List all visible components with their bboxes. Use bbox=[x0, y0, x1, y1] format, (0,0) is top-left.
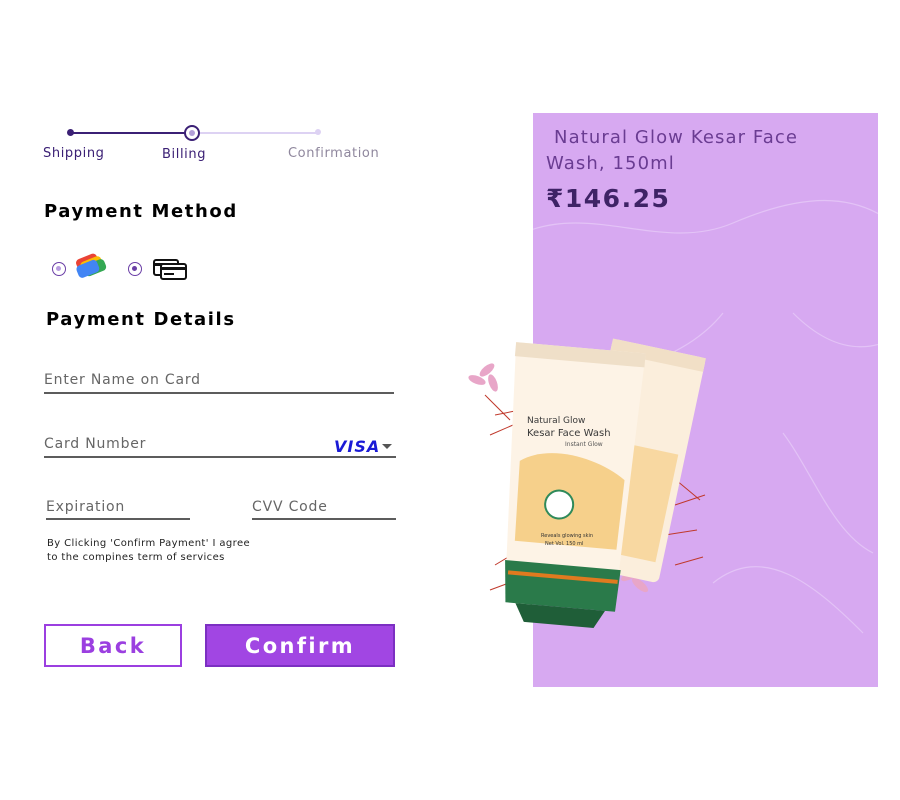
checkout-stepper: Shipping Billing Confirmation bbox=[40, 124, 385, 164]
tube-brand-line2: Kesar Face Wash bbox=[527, 428, 611, 439]
face-wash-product-image: Natural Glow Kesar Face Wash Instant Glo… bbox=[468, 338, 706, 628]
cvv-field[interactable]: CVV Code bbox=[252, 497, 396, 520]
step-billing-dot[interactable] bbox=[184, 125, 200, 141]
google-pay-icon[interactable] bbox=[73, 249, 110, 282]
product-price: ₹146.25 bbox=[546, 184, 671, 213]
tube-tagline: Instant Glow bbox=[565, 441, 603, 448]
card-name-underline bbox=[44, 392, 394, 394]
card-payment-radio[interactable] bbox=[128, 262, 142, 276]
card-number-underline bbox=[44, 456, 396, 458]
expiration-field[interactable]: Expiration bbox=[46, 497, 190, 520]
product-name: Natural Glow Kesar Face Wash, 150ml bbox=[546, 127, 799, 174]
tube-claim: Reveals glowing skin bbox=[541, 533, 593, 539]
tube-brand-line1: Natural Glow bbox=[527, 416, 585, 426]
credit-card-icon[interactable] bbox=[153, 259, 187, 280]
card-name-field[interactable]: Enter Name on Card bbox=[44, 370, 394, 394]
card-number-placeholder: Card Number bbox=[44, 436, 147, 452]
expiration-underline bbox=[46, 518, 190, 520]
caret-down-icon[interactable] bbox=[382, 444, 392, 449]
card-number-field[interactable]: Card Number VISA bbox=[44, 435, 396, 458]
stepper-remaining-line bbox=[200, 132, 318, 134]
payment-method-title: Payment Method bbox=[44, 201, 238, 222]
card-brand-select[interactable]: VISA bbox=[334, 437, 380, 456]
step-billing-label[interactable]: Billing bbox=[162, 147, 206, 162]
step-confirmation-dot bbox=[315, 129, 321, 135]
card-name-placeholder: Enter Name on Card bbox=[44, 372, 201, 388]
stepper-progress-line bbox=[69, 132, 192, 134]
terms-text: By Clicking 'Confirm Payment' I agree to… bbox=[47, 538, 251, 563]
back-button[interactable]: Back bbox=[44, 624, 182, 667]
cvv-placeholder: CVV Code bbox=[252, 499, 328, 515]
cvv-underline bbox=[252, 518, 396, 520]
tube-volume: Net Vol. 150 ml bbox=[545, 541, 583, 547]
step-confirmation-label: Confirmation bbox=[288, 146, 380, 161]
google-pay-radio[interactable] bbox=[52, 262, 66, 276]
step-shipping-label[interactable]: Shipping bbox=[43, 146, 105, 161]
expiration-placeholder: Expiration bbox=[46, 499, 126, 515]
confirm-button[interactable]: Confirm bbox=[205, 624, 395, 667]
step-shipping-dot[interactable] bbox=[67, 129, 74, 136]
payment-details-title: Payment Details bbox=[46, 309, 236, 330]
